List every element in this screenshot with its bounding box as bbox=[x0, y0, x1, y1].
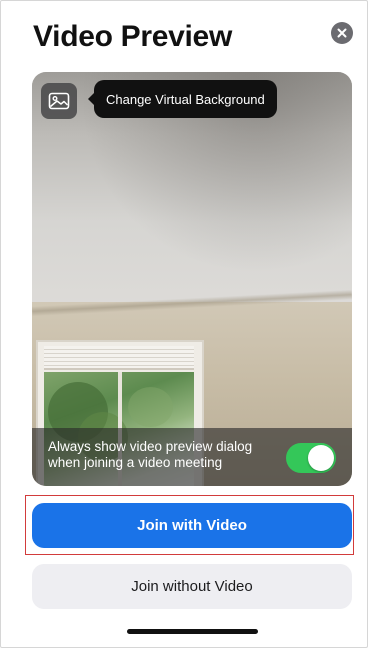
always-show-label: Always show video preview dialog when jo… bbox=[48, 439, 253, 470]
virtual-background-button[interactable] bbox=[41, 83, 77, 119]
join-with-video-button[interactable]: Join with Video bbox=[32, 503, 352, 548]
close-button[interactable] bbox=[331, 22, 353, 44]
virtual-background-tooltip: Change Virtual Background bbox=[88, 80, 277, 118]
video-preview: Change Virtual Background Always show vi… bbox=[32, 72, 352, 486]
image-icon bbox=[48, 92, 70, 110]
home-indicator bbox=[127, 629, 258, 634]
tooltip-arrow bbox=[88, 93, 94, 105]
page-title: Video Preview bbox=[33, 20, 232, 53]
toggle-knob bbox=[308, 445, 334, 471]
join-without-video-button[interactable]: Join without Video bbox=[32, 564, 352, 609]
camera-tree bbox=[128, 387, 173, 427]
tooltip-label: Change Virtual Background bbox=[106, 91, 265, 107]
always-show-toggle[interactable] bbox=[286, 443, 336, 473]
camera-window-blind bbox=[44, 346, 194, 370]
close-icon bbox=[337, 28, 347, 38]
